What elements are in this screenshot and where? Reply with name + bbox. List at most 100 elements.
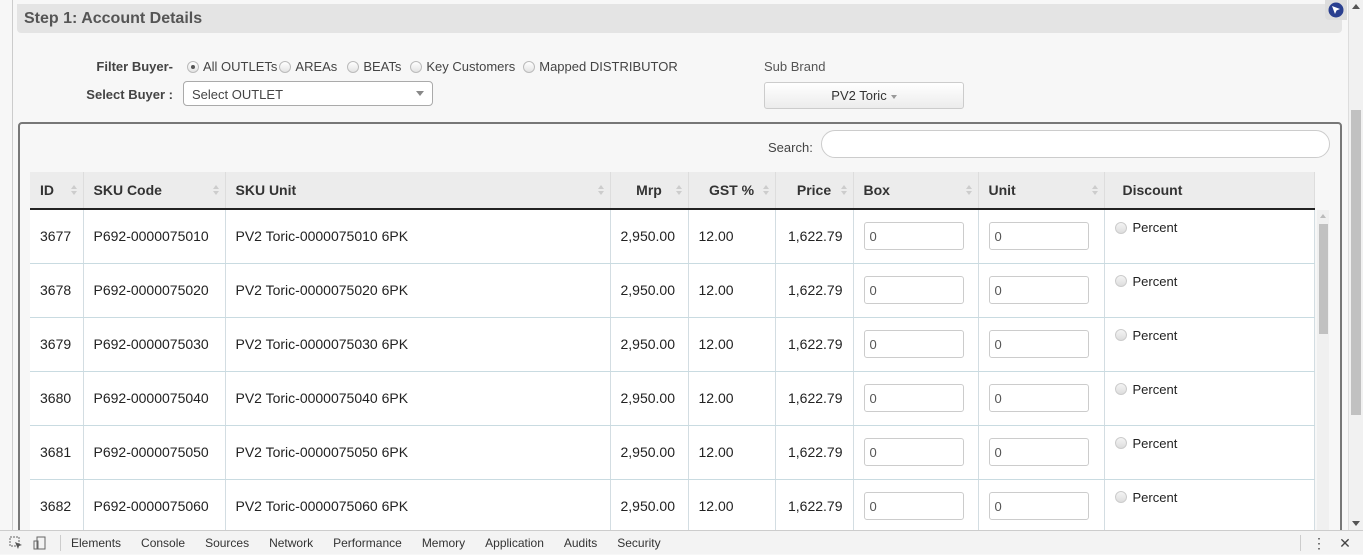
extension-button[interactable] — [1325, 0, 1347, 20]
column-header-label: SKU Code — [93, 182, 162, 198]
radio-button[interactable] — [1114, 437, 1127, 449]
discount-percent-option[interactable]: Percent — [1114, 490, 1304, 505]
scroll-down-icon[interactable] — [1352, 521, 1360, 526]
radio-button[interactable] — [523, 60, 536, 73]
sort-icon — [70, 185, 77, 195]
discount-label: Percent — [1132, 327, 1178, 343]
cell-gst: 12.00 — [688, 371, 776, 426]
scroll-up-icon[interactable] — [1320, 214, 1326, 218]
radio-button[interactable] — [1114, 329, 1127, 341]
radio-mapped-distributor[interactable]: Mapped DISTRIBUTOR — [523, 59, 678, 74]
devtools-tab-elements[interactable]: Elements — [71, 536, 121, 550]
table-row: 3679 P692-0000075030 PV2 Toric-0000075030 … — [30, 317, 1315, 372]
box-quantity-input[interactable] — [863, 492, 964, 520]
unit-quantity-input[interactable] — [988, 438, 1089, 466]
radio-key-customers[interactable]: Key Customers — [410, 59, 515, 74]
devtools-tab-memory[interactable]: Memory — [422, 536, 465, 550]
unit-quantity-input[interactable] — [988, 222, 1089, 251]
column-header-label: Price — [796, 182, 832, 198]
unit-quantity-input[interactable] — [988, 384, 1089, 412]
devtools-tab-performance[interactable]: Performance — [333, 536, 402, 550]
sub-brand-dropdown[interactable]: PV2 Toric — [764, 82, 964, 109]
search-input[interactable] — [821, 130, 1330, 158]
cell-sku-unit: PV2 Toric-0000075030 6PK — [225, 317, 611, 372]
radio-all-outlets[interactable]: All OUTLETs — [187, 59, 277, 74]
box-quantity-input[interactable] — [863, 384, 964, 412]
table-scrollbar[interactable] — [1317, 210, 1329, 530]
box-quantity-input[interactable] — [863, 276, 964, 304]
radio-button[interactable] — [410, 60, 423, 73]
cell-mrp: 2,950.00 — [610, 425, 689, 480]
radio-button[interactable] — [1114, 221, 1127, 234]
radio-beats[interactable]: BEATs — [347, 59, 401, 74]
cell-discount: Percent — [1104, 425, 1315, 480]
filter-buyer-radio-group: All OUTLETs AREAs BEATs Key Customers Ma… — [187, 59, 684, 74]
page-scrollbar[interactable] — [1348, 0, 1363, 530]
unit-quantity-input[interactable] — [988, 276, 1089, 304]
chevron-down-icon — [416, 91, 424, 96]
column-header-sku-code[interactable]: SKU Code — [83, 172, 226, 210]
page-scrollbar-thumb[interactable] — [1351, 110, 1361, 415]
table-row: 3680 P692-0000075040 PV2 Toric-0000075040 … — [30, 371, 1315, 426]
cell-price: 1,622.79 — [775, 317, 854, 372]
discount-percent-option[interactable]: Percent — [1114, 327, 1304, 343]
column-header-unit[interactable]: Unit — [978, 172, 1105, 210]
page: Step 1: Account Details Filter Buyer- Al… — [0, 0, 1348, 530]
cell-unit — [978, 209, 1105, 264]
column-header-label: SKU Unit — [235, 182, 297, 198]
select-buyer-dropdown[interactable]: Select OUTLET — [183, 81, 433, 106]
devtools-tab-application[interactable]: Application — [485, 536, 544, 550]
cell-sku-code: P692-0000075060 — [83, 479, 226, 530]
column-header-gst[interactable]: GST % — [688, 172, 776, 210]
cell-unit — [978, 479, 1105, 530]
select-buyer-value: Select OUTLET — [192, 87, 284, 102]
box-quantity-input[interactable] — [863, 438, 964, 466]
column-header-label: Box — [863, 182, 890, 198]
cell-box — [853, 263, 979, 318]
discount-percent-option[interactable]: Percent — [1114, 436, 1304, 451]
column-header-id[interactable]: ID — [30, 172, 84, 210]
radio-button[interactable] — [1114, 383, 1127, 395]
cell-mrp: 2,950.00 — [610, 263, 689, 318]
column-header-box[interactable]: Box — [853, 172, 979, 210]
radio-button[interactable] — [279, 60, 292, 73]
cell-sku-unit: PV2 Toric-0000075060 6PK — [225, 479, 611, 530]
cell-id: 3679 — [30, 317, 84, 372]
box-quantity-input[interactable] — [863, 222, 964, 251]
devtools-tab-security[interactable]: Security — [617, 536, 660, 550]
radio-button[interactable] — [1114, 275, 1127, 287]
radio-label: AREAs — [295, 59, 338, 74]
sku-table: ID SKU Code SKU Unit Mrp GST % Price Box… — [30, 172, 1315, 530]
radio-label: Key Customers — [426, 59, 516, 74]
more-options-icon[interactable]: ⋮ — [1311, 535, 1327, 552]
close-icon[interactable]: ✕ — [1337, 535, 1353, 552]
unit-quantity-input[interactable] — [988, 330, 1089, 358]
radio-button-checked[interactable] — [187, 60, 199, 73]
discount-percent-option[interactable]: Percent — [1114, 382, 1304, 397]
table-scrollbar-thumb[interactable] — [1319, 224, 1328, 334]
discount-percent-option[interactable]: Percent — [1114, 274, 1304, 289]
radio-button[interactable] — [1114, 491, 1127, 503]
cell-sku-unit: PV2 Toric-0000075050 6PK — [225, 425, 611, 480]
column-header-mrp[interactable]: Mrp — [610, 172, 689, 210]
cell-id: 3677 — [30, 209, 84, 264]
cell-id: 3681 — [30, 425, 84, 480]
sub-brand-label: Sub Brand — [764, 59, 826, 74]
scroll-up-icon[interactable] — [1352, 4, 1360, 9]
devtools-tab-audits[interactable]: Audits — [564, 536, 597, 550]
toolbar-divider — [60, 534, 61, 551]
column-header-price[interactable]: Price — [775, 172, 854, 210]
devtools-tab-sources[interactable]: Sources — [205, 536, 249, 550]
radio-areas[interactable]: AREAs — [279, 59, 337, 74]
box-quantity-input[interactable] — [863, 330, 964, 358]
radio-button[interactable] — [347, 60, 360, 73]
devtools-tab-network[interactable]: Network — [269, 536, 313, 550]
devtools-tab-console[interactable]: Console — [141, 536, 185, 550]
toolbar-divider — [1300, 535, 1301, 551]
discount-percent-option[interactable]: Percent — [1114, 220, 1304, 235]
unit-quantity-input[interactable] — [988, 492, 1089, 520]
column-header-sku-unit[interactable]: SKU Unit — [225, 172, 611, 210]
sort-icon — [840, 185, 847, 195]
device-toolbar-icon[interactable] — [32, 535, 48, 551]
inspect-element-icon[interactable] — [8, 535, 24, 551]
